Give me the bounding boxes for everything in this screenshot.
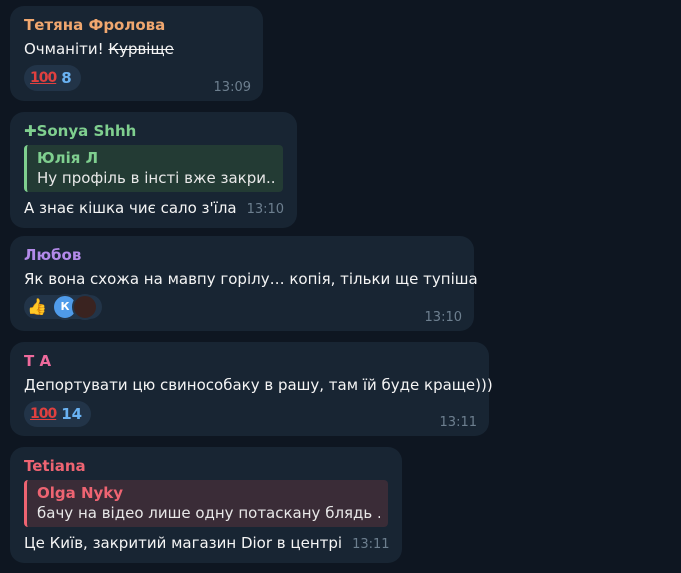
message-bubble[interactable]: Любов Як вона схожа на мавпу горілу… коп… bbox=[10, 236, 478, 331]
message-bubble[interactable]: Тетяна Фролова Очманіти! Курвіще 100 8 1… bbox=[10, 6, 263, 101]
message-text: Очманіти! Курвіще bbox=[24, 40, 174, 58]
reactor-avatars: К bbox=[52, 294, 98, 320]
reaction-count: 8 bbox=[61, 69, 72, 87]
chat-area: Тетяна Фролова Очманіти! Курвіще 100 8 1… bbox=[0, 0, 681, 573]
reply-text: бачу на відео лише одну потаскану блядь … bbox=[37, 504, 380, 522]
sender-name[interactable]: Tetiana bbox=[24, 456, 388, 476]
message-bubble[interactable]: Tetiana Olga Nyky бачу на відео лише одн… bbox=[10, 447, 402, 563]
message-text: Це Київ, закритий магазин Dior в центрі 1… bbox=[24, 534, 390, 552]
strikethrough-text: Курвіще bbox=[108, 40, 174, 58]
thumbs-up-icon: 👍 bbox=[27, 297, 47, 316]
message-bubble[interactable]: T A Депортувати цю свинособаку в рашу, т… bbox=[10, 342, 493, 436]
reply-text: Ну профіль в інсті вже закри... bbox=[37, 169, 275, 187]
message-time: 13:10 bbox=[424, 310, 462, 325]
message-time: 13:09 bbox=[213, 80, 251, 95]
hundred-points-icon: 100 bbox=[30, 406, 57, 422]
message-text: А знає кішка чиє сало з'їла 13:10 bbox=[24, 199, 285, 217]
reaction-chip[interactable]: 👍 К bbox=[24, 294, 102, 320]
reply-author: Юлія Л bbox=[37, 149, 99, 167]
reply-quote[interactable]: Olga Nyky бачу на відео лише одну потаск… bbox=[24, 480, 388, 527]
sender-name[interactable]: T A bbox=[24, 351, 475, 371]
avatar bbox=[72, 294, 98, 320]
sender-name[interactable]: ✚Sonya Shhh bbox=[24, 121, 283, 141]
message-bubble[interactable]: ✚Sonya Shhh Юлія Л Ну профіль в інсті вж… bbox=[10, 112, 297, 228]
reply-author: Olga Nyky bbox=[37, 484, 124, 502]
reply-quote[interactable]: Юлія Л Ну профіль в інсті вже закри... bbox=[24, 145, 283, 192]
message-time: 13:10 bbox=[246, 202, 285, 217]
reaction-count: 14 bbox=[61, 405, 83, 423]
message-time: 13:11 bbox=[352, 537, 390, 552]
message-text: Як вона схожа на мавпу горілу… копія, ті… bbox=[24, 270, 478, 288]
message-time: 13:11 bbox=[439, 415, 477, 430]
reaction-chip[interactable]: 100 8 bbox=[24, 65, 81, 91]
message-text: Депортувати цю свинособаку в рашу, там ї… bbox=[24, 376, 493, 394]
sender-name[interactable]: Тетяна Фролова bbox=[24, 15, 249, 35]
reaction-chip[interactable]: 100 14 bbox=[24, 401, 92, 427]
hundred-points-icon: 100 bbox=[30, 70, 57, 86]
sender-name[interactable]: Любов bbox=[24, 245, 460, 265]
